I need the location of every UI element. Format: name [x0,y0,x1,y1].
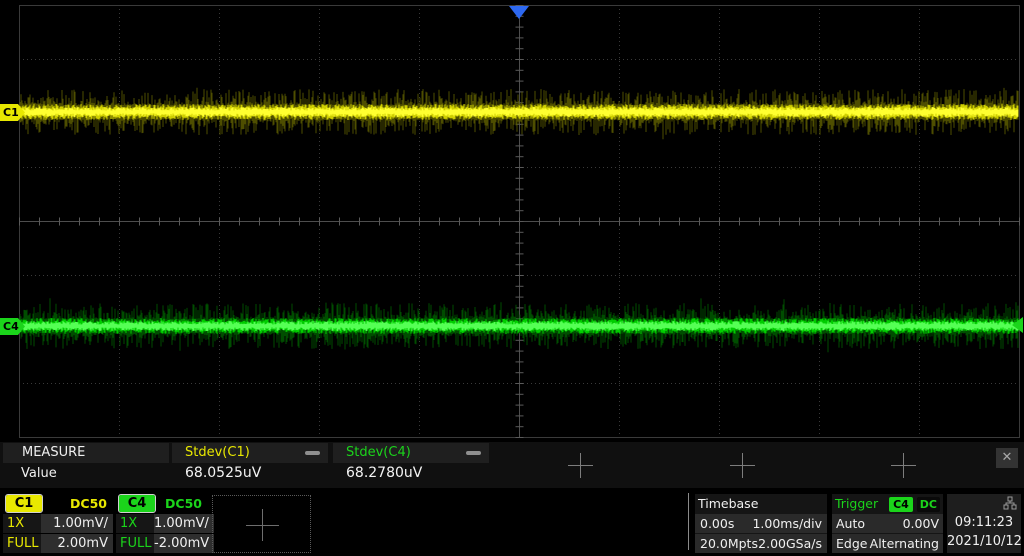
channel1-offset: 2.00mV [41,534,113,553]
timebase-scale: 1.00ms/div [752,516,822,531]
channel4-coupling: DC50 [165,496,205,511]
clock-date: 2021/10/12 [947,532,1021,551]
add-measurement-button[interactable] [891,453,916,478]
trigger-mode-row: Auto 0.00V [832,514,943,533]
trigger-mode: Auto [836,516,865,531]
close-measure-panel-button[interactable]: ✕ [996,448,1018,468]
channel4-scale-row: 1X 1.00mV/ [116,514,208,533]
measure-item-label: Stdev(C4) [346,443,411,463]
clock-time: 09:11:23 [947,513,1021,532]
trigger-box[interactable]: Trigger C4 DC Auto 0.00V Edge Alternatin… [832,494,943,553]
timebase-sample-rate: 2.00GSa/s [758,536,822,551]
graticule [0,0,1024,491]
network-icon [1003,496,1017,510]
measure-item-stdev-c1[interactable]: Stdev(C1) [172,443,328,463]
trigger-level-marker[interactable] [1012,317,1023,333]
add-channel-slot[interactable] [212,495,311,553]
channel1-bandwidth: FULL [3,534,41,553]
add-measurement-button[interactable] [568,453,593,478]
channel1-scale-row: 1X 1.00mV/ [3,514,113,533]
channel1-volts-per-div: 1.00mV/ [41,514,113,533]
trigger-slope: Alternating [870,536,939,551]
measure-panel: MEASURE Stdev(C1) Stdev(C4) Value 68.052… [0,442,1024,488]
trigger-type-row: Edge Alternating [832,534,943,553]
channel4-offset-row: FULL -2.00mV [116,534,208,553]
waveform-display[interactable]: C1 C4 [0,0,1024,491]
trigger-level: 0.00V [903,516,939,531]
channel1-header: C1 DC50 [3,494,113,513]
timebase-delay-row: 0.00s 1.00ms/div [695,514,827,533]
remove-measurement-icon[interactable] [305,451,320,455]
channel1-info-box[interactable]: C1 DC50 1X 1.00mV/ FULL 2.00mV [3,494,113,553]
trigger-source-badge: C4 [889,497,913,512]
measure-value-c4: 68.2780uV [346,465,422,481]
channel4-attenuation: 1X [116,514,154,533]
measure-value-c1: 68.0525uV [185,465,261,481]
remove-measurement-icon[interactable] [466,451,481,455]
status-bar: C1 DC50 1X 1.00mV/ FULL 2.00mV C4 DC50 1… [0,491,1024,556]
timebase-memory-depth: 20.0Mpts [700,536,758,551]
measure-panel-title: MEASURE [3,443,169,463]
channel1-attenuation: 1X [3,514,41,533]
timebase-acquisition-row: 20.0Mpts 2.00GSa/s [695,534,827,553]
channel1-badge: C1 [6,495,42,512]
measure-value-row-label: Value [21,466,57,481]
trigger-type: Edge [836,536,867,551]
channel1-offset-row: FULL 2.00mV [3,534,113,553]
channel4-offset: -2.00mV [154,534,214,553]
trigger-header: Trigger C4 DC [832,494,943,513]
measure-item-label: Stdev(C1) [185,443,250,463]
timebase-header: Timebase [695,494,827,513]
channel4-header: C4 DC50 [116,494,208,513]
close-icon: ✕ [1002,450,1013,465]
channel4-badge: C4 [119,495,155,512]
timebase-title: Timebase [698,494,758,513]
add-measurement-button[interactable] [730,453,755,478]
status-bar-divider [688,493,689,550]
timebase-delay: 0.00s [700,516,734,531]
channel1-coupling: DC50 [70,496,110,511]
channel4-volts-per-div: 1.00mV/ [154,514,214,533]
trigger-title: Trigger [835,494,878,513]
trigger-position-marker[interactable] [509,6,529,19]
timebase-box[interactable]: Timebase 0.00s 1.00ms/div 20.0Mpts 2.00G… [695,494,827,553]
measure-item-stdev-c4[interactable]: Stdev(C4) [333,443,489,463]
channel4-bandwidth: FULL [116,534,154,553]
clock-box[interactable]: 09:11:23 2021/10/12 [947,494,1021,553]
channel4-info-box[interactable]: C4 DC50 1X 1.00mV/ FULL -2.00mV [116,494,208,553]
oscilloscope-screen: C1 C4 MEASURE Stdev(C1) Stdev(C4) Value … [0,0,1024,556]
trigger-coupling-badge: DC [917,497,940,512]
